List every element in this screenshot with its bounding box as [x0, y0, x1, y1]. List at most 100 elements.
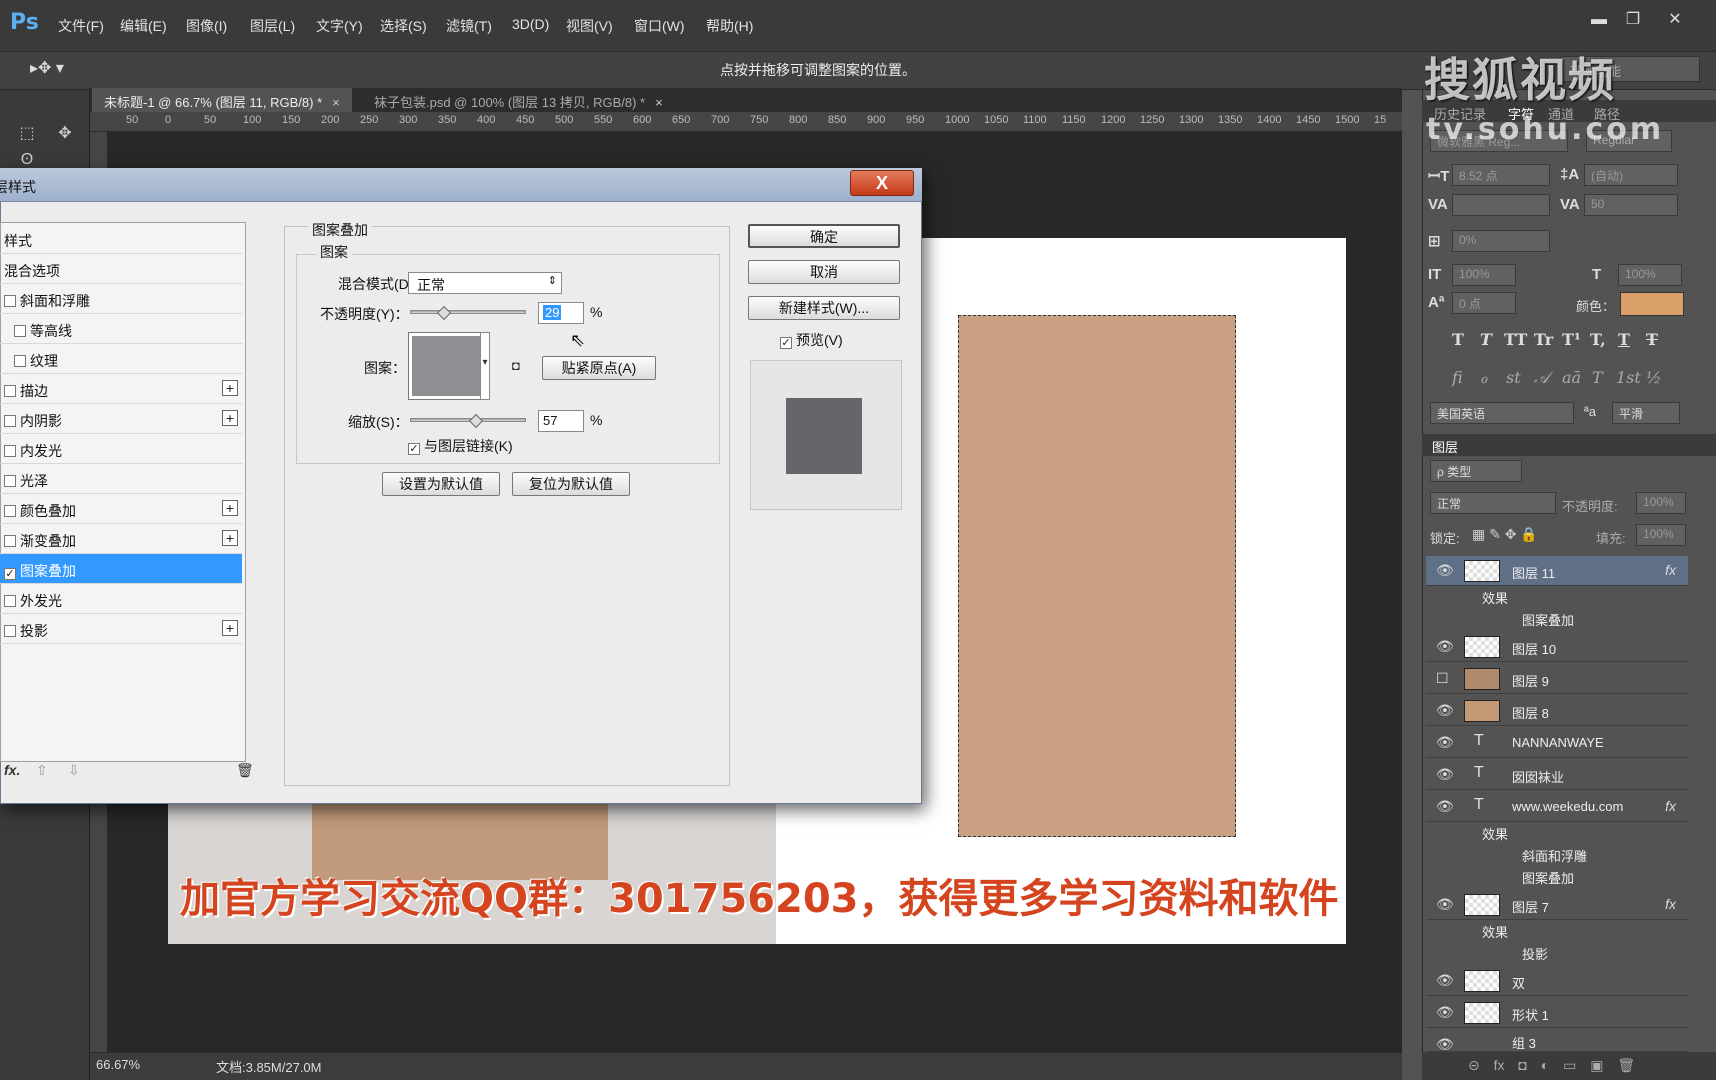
- menu-help[interactable]: 帮助(H): [706, 16, 753, 36]
- menu-window[interactable]: 窗口(W): [634, 16, 685, 36]
- lock-icons[interactable]: ▦ ✎ ✥ 🔒: [1472, 526, 1538, 543]
- layer-blend-select[interactable]: 正常: [1430, 492, 1556, 514]
- style-item[interactable]: 等高线: [0, 314, 242, 344]
- visibility-eye-icon[interactable]: 👁: [1436, 972, 1454, 989]
- style-item[interactable]: 纹理: [0, 344, 242, 374]
- move-up-icon[interactable]: ⇧: [36, 762, 48, 779]
- all-caps-icon[interactable]: TT: [1504, 330, 1527, 349]
- layer-row[interactable]: 👁 图层 11 fx: [1426, 556, 1688, 586]
- visibility-eye-icon[interactable]: 👁: [1436, 896, 1454, 913]
- ok-button[interactable]: 确定: [748, 224, 900, 248]
- marquee-tool-icon[interactable]: ⬚: [12, 120, 42, 148]
- visibility-eye-icon[interactable]: 👁: [1436, 1036, 1454, 1053]
- fx-icon[interactable]: fx: [1665, 896, 1676, 912]
- layer-row[interactable]: 👁 图层 7 fx: [1426, 890, 1688, 920]
- effect-pattern-overlay[interactable]: 图案叠加: [1426, 868, 1574, 888]
- style-item[interactable]: 外发光: [0, 584, 242, 614]
- opacity-field[interactable]: 29: [538, 302, 584, 324]
- blend-mode-select[interactable]: 正常 ⇕: [408, 272, 562, 294]
- add-effect-icon[interactable]: +: [222, 500, 238, 516]
- checkbox-icon[interactable]: [4, 295, 16, 307]
- fx-icon[interactable]: fx: [1665, 798, 1676, 814]
- tsume-field[interactable]: 0%: [1452, 230, 1550, 252]
- layer-row[interactable]: 👁 Twww.weekedu.com fx: [1426, 792, 1688, 822]
- layer-row[interactable]: 👁 T 囡囡袜业: [1426, 760, 1688, 790]
- checkbox-icon[interactable]: [4, 475, 16, 487]
- layer-group-row[interactable]: 👁 组 3: [1426, 1030, 1688, 1052]
- faux-bold-icon[interactable]: T: [1452, 330, 1464, 349]
- delete-effect-icon[interactable]: 🗑: [236, 762, 254, 779]
- layer-row[interactable]: 👁 T NANNANWAYE: [1426, 728, 1688, 758]
- style-item[interactable]: 内发光: [0, 434, 242, 464]
- style-item[interactable]: 渐变叠加 +: [0, 524, 242, 554]
- menu-file[interactable]: 文件(F): [58, 16, 104, 36]
- checkbox-icon[interactable]: [4, 595, 16, 607]
- effect-pattern-overlay[interactable]: 图案叠加: [1426, 610, 1574, 630]
- checkbox-icon[interactable]: [4, 625, 16, 637]
- style-item[interactable]: 描边 +: [0, 374, 242, 404]
- tracking-field[interactable]: 50: [1584, 194, 1678, 216]
- new-preset-icon[interactable]: ◘: [512, 358, 520, 373]
- new-style-button[interactable]: 新建样式(W)...: [748, 296, 900, 320]
- style-item[interactable]: 颜色叠加 +: [0, 494, 242, 524]
- layer-filter-select[interactable]: ρ 类型: [1430, 460, 1522, 482]
- minimize-icon[interactable]: ▬: [1584, 8, 1614, 32]
- faux-italic-icon[interactable]: T: [1480, 330, 1492, 349]
- layers-panel-title[interactable]: 图层: [1432, 437, 1458, 456]
- small-caps-icon[interactable]: Tr: [1534, 330, 1553, 349]
- layer-opacity-field[interactable]: 100%: [1636, 492, 1686, 514]
- antialias-select[interactable]: 平滑: [1612, 402, 1680, 424]
- checkbox-icon[interactable]: [14, 325, 26, 337]
- menu-view[interactable]: 视图(V): [566, 16, 613, 36]
- layer-row[interactable]: ☐ 图层 9: [1426, 664, 1688, 694]
- style-item[interactable]: 光泽: [0, 464, 242, 494]
- checkbox-icon[interactable]: ✓: [408, 443, 420, 455]
- link-with-layer-checkbox[interactable]: ✓ 与图层链接(K): [408, 436, 513, 456]
- leading-field[interactable]: (自动): [1584, 164, 1678, 186]
- zoom-level[interactable]: 66.67%: [96, 1057, 140, 1072]
- scale-field[interactable]: 57: [538, 410, 584, 432]
- underline-icon[interactable]: T: [1618, 330, 1630, 349]
- visibility-eye-icon[interactable]: 👁: [1436, 1004, 1454, 1021]
- make-default-button[interactable]: 设置为默认值: [382, 472, 500, 496]
- fractions-icon[interactable]: ½: [1646, 368, 1662, 387]
- ordinals-icon[interactable]: 1st: [1616, 368, 1641, 387]
- subscript-icon[interactable]: T,: [1590, 330, 1606, 349]
- menu-filter[interactable]: 滤镜(T): [446, 16, 492, 36]
- layer-effects-label[interactable]: 效果: [1426, 922, 1508, 942]
- effect-drop-shadow[interactable]: 投影: [1426, 944, 1548, 964]
- checkbox-icon[interactable]: [4, 535, 16, 547]
- opacity-slider[interactable]: [410, 310, 526, 314]
- cancel-button[interactable]: 取消: [748, 260, 900, 284]
- vertical-scale-field[interactable]: 100%: [1452, 264, 1516, 286]
- tab-socks-psd[interactable]: 袜子包装.psd @ 100% (图层 13 拷贝, RGB/8) * ×: [362, 88, 675, 112]
- layer-row[interactable]: 👁 形状 1: [1426, 998, 1688, 1028]
- fx-menu-icon[interactable]: fx.: [4, 762, 20, 778]
- move-tool-icon[interactable]: ✥: [50, 120, 80, 148]
- checkbox-icon[interactable]: [4, 445, 16, 457]
- menu-3d[interactable]: 3D(D): [512, 16, 549, 32]
- checkbox-icon[interactable]: [4, 385, 16, 397]
- style-item[interactable]: 投影 +: [0, 614, 242, 644]
- stylistic-alternates-icon[interactable]: aā: [1562, 368, 1581, 387]
- style-item[interactable]: 内阴影 +: [0, 404, 242, 434]
- visibility-eye-icon[interactable]: 👁: [1436, 798, 1454, 815]
- layer-row[interactable]: 👁 图层 10: [1426, 632, 1688, 662]
- add-effect-icon[interactable]: +: [222, 620, 238, 636]
- close-window-icon[interactable]: ✕: [1660, 8, 1690, 32]
- visibility-eye-icon[interactable]: 👁: [1436, 766, 1454, 783]
- menu-type[interactable]: 文字(Y): [316, 16, 363, 36]
- add-effect-icon[interactable]: +: [222, 530, 238, 546]
- strikethrough-icon[interactable]: T: [1646, 330, 1658, 349]
- layer-row[interactable]: 👁 图层 8: [1426, 696, 1688, 726]
- superscript-icon[interactable]: T¹: [1562, 330, 1581, 349]
- titling-alternates-icon[interactable]: T: [1592, 368, 1603, 387]
- tab-close-icon[interactable]: ×: [655, 95, 663, 110]
- style-item[interactable]: 样式: [0, 224, 242, 254]
- move-tool-preset-icon[interactable]: ▸✥ ▾: [30, 58, 64, 78]
- swash-icon[interactable]: 𝒜: [1534, 368, 1549, 388]
- preview-checkbox[interactable]: ✓ 预览(V): [780, 330, 843, 350]
- ligatures-icon[interactable]: ﬁ: [1452, 368, 1463, 387]
- text-color-swatch[interactable]: [1620, 292, 1684, 316]
- effect-bevel-emboss[interactable]: 斜面和浮雕: [1426, 846, 1587, 866]
